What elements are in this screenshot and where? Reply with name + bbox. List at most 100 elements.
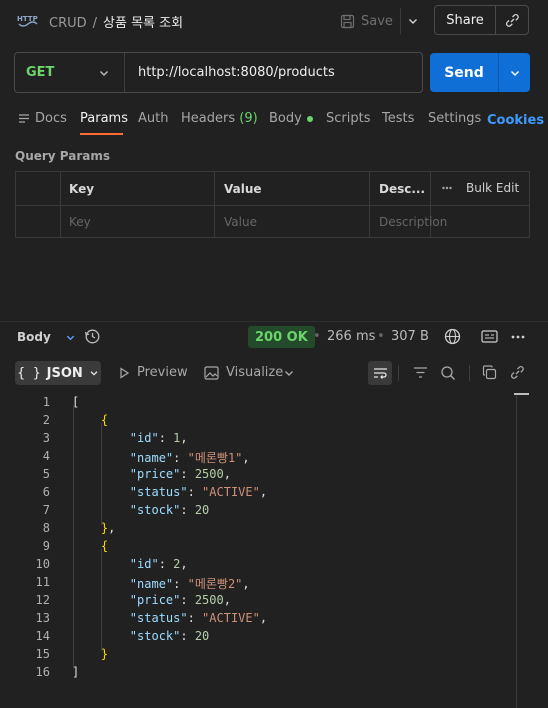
column-header-value: Value bbox=[224, 182, 262, 196]
response-body-label: Body bbox=[17, 330, 51, 344]
tab-auth[interactable]: Auth bbox=[138, 111, 168, 126]
share-button[interactable]: Share bbox=[435, 13, 495, 28]
bulk-edit-button[interactable]: Bulk Edit bbox=[442, 181, 519, 195]
json-key: "price" bbox=[129, 467, 181, 481]
meta-separator-dot: • bbox=[313, 329, 321, 344]
body-indicator-dot bbox=[306, 115, 313, 122]
description-input[interactable]: Description bbox=[379, 215, 447, 229]
code-line: "name": "메론빵1", bbox=[129, 451, 250, 465]
copy-link-icon[interactable] bbox=[496, 13, 528, 28]
response-size[interactable]: 307 B bbox=[391, 329, 429, 344]
save-response-example-icon[interactable] bbox=[481, 330, 498, 343]
code-line: "status": "ACTIVE", bbox=[129, 485, 268, 499]
send-options-chevron-icon[interactable] bbox=[499, 67, 530, 79]
method-label: GET bbox=[26, 65, 55, 80]
json-value: 20 bbox=[194, 503, 210, 517]
copy-icon[interactable] bbox=[482, 365, 497, 380]
visualize-button[interactable]: Visualize bbox=[204, 365, 283, 380]
image-icon bbox=[204, 365, 219, 380]
format-label: JSON bbox=[46, 365, 83, 381]
line-number: 3 bbox=[42, 431, 50, 445]
visualize-chevron-down-icon[interactable] bbox=[283, 367, 295, 379]
code-line: "stock": 20 bbox=[129, 503, 210, 517]
json-key: "name" bbox=[129, 577, 174, 591]
cookies-link[interactable]: Cookies bbox=[487, 113, 544, 128]
json-key: "price" bbox=[129, 593, 181, 607]
search-icon[interactable] bbox=[440, 365, 456, 381]
link-icon[interactable] bbox=[510, 365, 525, 380]
wrap-lines-button[interactable] bbox=[368, 361, 392, 385]
method-chevron-down-icon bbox=[98, 67, 110, 79]
status-badge[interactable]: 200 OK bbox=[248, 326, 315, 348]
line-number: 12 bbox=[35, 593, 50, 607]
headers-count: (9) bbox=[239, 111, 258, 126]
response-time[interactable]: 266 ms bbox=[327, 329, 375, 344]
save-options-chevron-icon[interactable] bbox=[407, 15, 419, 27]
more-dots-icon bbox=[442, 186, 452, 190]
history-icon[interactable] bbox=[84, 328, 101, 345]
json-value: "ACTIVE" bbox=[202, 611, 260, 625]
scrollbar-track[interactable] bbox=[516, 393, 517, 708]
breadcrumb-collection[interactable]: CRUD bbox=[49, 16, 87, 31]
column-header-description: Desc... bbox=[379, 182, 426, 196]
line-number: 4 bbox=[42, 449, 50, 463]
response-divider bbox=[0, 321, 548, 322]
url-input[interactable]: http://localhost:8080/products bbox=[125, 65, 335, 80]
json-key: "id" bbox=[129, 557, 159, 571]
json-value: 2500 bbox=[194, 467, 224, 481]
http-request-icon: HTTP bbox=[16, 11, 40, 31]
format-select[interactable]: { } JSON bbox=[15, 361, 101, 385]
query-params-table: Key Value Desc... Bulk Edit Key Value De… bbox=[15, 171, 530, 238]
line-number: 5 bbox=[42, 467, 50, 481]
code-line: { bbox=[100, 539, 109, 553]
url-bar: GET http://localhost:8080/products bbox=[14, 52, 423, 93]
line-number: 8 bbox=[42, 521, 50, 535]
code-line: "id": 2, bbox=[129, 557, 188, 571]
code-line: { bbox=[100, 413, 109, 427]
format-chevron-down-icon bbox=[89, 368, 99, 378]
tab-scripts[interactable]: Scripts bbox=[326, 111, 370, 126]
share-group: Share bbox=[434, 5, 529, 35]
json-value: 2500 bbox=[194, 593, 224, 607]
code-line: } bbox=[100, 647, 109, 661]
play-icon bbox=[118, 366, 130, 379]
code-line: "stock": 20 bbox=[129, 629, 210, 643]
line-number: 6 bbox=[42, 485, 50, 499]
send-button[interactable]: Send bbox=[430, 65, 498, 81]
save-button[interactable]: Save bbox=[361, 14, 393, 29]
line-number: 1 bbox=[42, 395, 50, 409]
tab-params[interactable]: Params bbox=[80, 111, 128, 126]
request-title[interactable]: 상품 목록 조회 bbox=[103, 16, 183, 31]
scrollbar-thumb[interactable] bbox=[514, 393, 529, 395]
tab-settings[interactable]: Settings bbox=[428, 111, 481, 126]
line-number: 10 bbox=[35, 557, 50, 571]
line-number: 14 bbox=[35, 629, 50, 643]
line-number: 7 bbox=[42, 503, 50, 517]
json-key: "stock" bbox=[129, 629, 181, 643]
network-globe-icon[interactable] bbox=[444, 328, 461, 345]
tab-tests[interactable]: Tests bbox=[382, 111, 414, 126]
code-line: "status": "ACTIVE", bbox=[129, 611, 268, 625]
line-number: 16 bbox=[35, 665, 50, 679]
json-braces-icon: { } bbox=[17, 365, 41, 381]
tab-body-label: Body bbox=[269, 111, 302, 126]
tab-docs-label: Docs bbox=[35, 111, 67, 126]
breadcrumb: CRUD / 상품 목록 조회 bbox=[49, 12, 183, 31]
column-header-key: Key bbox=[69, 182, 95, 196]
response-body-select[interactable]: Body bbox=[17, 330, 76, 344]
tab-body[interactable]: Body bbox=[269, 111, 313, 126]
method-select[interactable]: GET bbox=[15, 53, 125, 92]
key-input[interactable]: Key bbox=[69, 215, 91, 229]
tab-headers[interactable]: Headers (9) bbox=[181, 111, 258, 126]
code-line: ] bbox=[72, 665, 80, 679]
json-key: "id" bbox=[129, 431, 159, 445]
wrap-icon bbox=[373, 367, 388, 380]
filter-icon[interactable] bbox=[413, 366, 428, 379]
value-input[interactable]: Value bbox=[224, 215, 257, 229]
save-icon bbox=[340, 14, 355, 29]
save-group: Save bbox=[340, 8, 419, 34]
line-number: 11 bbox=[35, 575, 50, 589]
tab-docs[interactable]: Docs bbox=[18, 111, 67, 126]
preview-button[interactable]: Preview bbox=[118, 365, 188, 380]
more-options-icon[interactable] bbox=[511, 335, 525, 339]
